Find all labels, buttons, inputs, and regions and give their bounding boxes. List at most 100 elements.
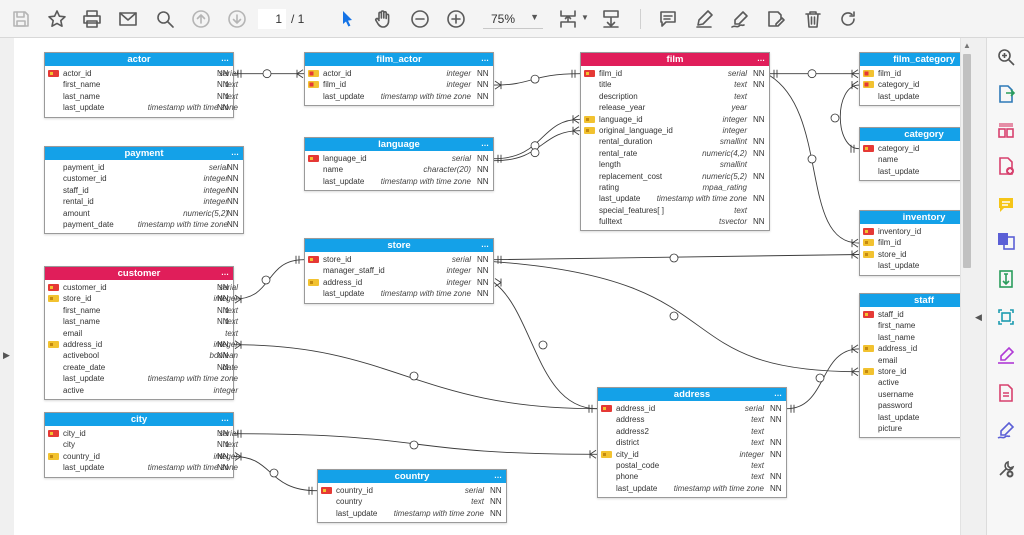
field-row[interactable]: category_id: [860, 143, 960, 154]
zoom-out-icon[interactable]: [407, 6, 433, 32]
zoom-in-icon[interactable]: [443, 6, 469, 32]
field-row[interactable]: last_update timestamp with time zone NN: [45, 462, 238, 473]
field-row[interactable]: rental_id integer NN: [45, 196, 243, 207]
field-row[interactable]: email text: [45, 328, 238, 339]
rotate-icon[interactable]: [835, 6, 861, 32]
create-pdf-icon[interactable]: [995, 155, 1017, 177]
field-row[interactable]: last_updatetime: [860, 166, 960, 177]
field-row[interactable]: language_id serial NN: [305, 153, 493, 164]
field-row[interactable]: staff_id integer NN: [45, 185, 243, 196]
table-actor[interactable]: actor… actor_id serial NN first_name text NN la…: [44, 52, 238, 118]
field-row[interactable]: store_id serial NN: [305, 254, 493, 265]
table-city[interactable]: city… city_id serial NN city text NN country_id…: [44, 412, 238, 478]
field-row[interactable]: special_features[ ] text: [581, 205, 769, 216]
field-row[interactable]: address text NN: [598, 414, 786, 425]
field-row[interactable]: last_updatetime: [860, 91, 960, 102]
table-title[interactable]: payment…: [45, 147, 243, 160]
field-row[interactable]: country text NN: [318, 496, 506, 507]
email-icon[interactable]: [115, 6, 141, 32]
field-row[interactable]: last_update timestamp with time zone: [45, 373, 238, 384]
field-row[interactable]: city_id serial NN: [45, 428, 238, 439]
edit-text-icon[interactable]: [763, 6, 789, 32]
field-row[interactable]: customer_id serial NN: [45, 282, 238, 293]
field-row[interactable]: active: [860, 377, 960, 388]
chevron-down-icon[interactable]: ▼: [581, 13, 589, 22]
table-menu-icon[interactable]: …: [774, 387, 782, 400]
field-row[interactable]: first_name text NN: [45, 305, 238, 316]
table-menu-icon[interactable]: …: [494, 469, 502, 482]
field-row[interactable]: rating mpaa_rating: [581, 182, 769, 193]
field-row[interactable]: last_update timestamp with time zone NN: [598, 483, 786, 494]
table-title[interactable]: actor…: [45, 53, 233, 66]
field-row[interactable]: username: [860, 389, 960, 400]
table-address[interactable]: address… address_id serial NN address text NN a…: [597, 387, 787, 499]
table-menu-icon[interactable]: …: [231, 146, 239, 159]
table-title[interactable]: inventory…: [860, 211, 960, 224]
chevron-up-icon[interactable]: ▲: [963, 41, 971, 50]
field-row[interactable]: replacement_cost numeric(5,2) NN: [581, 171, 769, 182]
save-icon[interactable]: [8, 6, 34, 32]
field-row[interactable]: last_update timestamp with time zone NN: [305, 176, 493, 187]
field-row[interactable]: first_name: [860, 320, 960, 331]
field-row[interactable]: address_id integer NN: [45, 339, 238, 350]
table-title[interactable]: city…: [45, 413, 233, 426]
field-row[interactable]: last_update timestamp with time zone NN: [45, 102, 238, 113]
table-title[interactable]: store…: [305, 239, 493, 252]
sign-icon[interactable]: [727, 6, 753, 32]
table-title[interactable]: staff…: [860, 294, 960, 307]
field-row[interactable]: film_id: [860, 237, 960, 248]
field-row[interactable]: city text NN: [45, 439, 238, 450]
more-tools-icon[interactable]: [995, 458, 1017, 480]
field-row[interactable]: last_name text NN: [45, 91, 238, 102]
highlight-icon[interactable]: [691, 6, 717, 32]
vertical-scrollbar[interactable]: ▲: [960, 38, 972, 535]
table-title[interactable]: customer…: [45, 267, 233, 280]
field-row[interactable]: store_id integer NN: [45, 293, 238, 304]
field-row[interactable]: language_id integer NN: [581, 114, 769, 125]
field-row[interactable]: first_name text NN: [45, 79, 238, 90]
field-row[interactable]: last_name text NN: [45, 316, 238, 327]
search-icon[interactable]: [152, 6, 178, 32]
field-row[interactable]: last_update timestamp with time zone NN: [318, 508, 506, 519]
field-row[interactable]: film_id integer NN: [305, 79, 493, 90]
table-store[interactable]: store… store_id serial NN manager_staff_id in…: [304, 238, 494, 304]
zoom-dropdown[interactable]: 75% ▼: [483, 9, 543, 29]
field-row[interactable]: last_update timestamp with time zone NN: [305, 288, 493, 299]
previous-page-icon[interactable]: [188, 6, 214, 32]
table-film[interactable]: film… film_id serial NN title text NN descripti…: [580, 52, 770, 232]
table-customer[interactable]: customer … customer_id serial NN store_id inte…: [44, 266, 238, 400]
zoom-icon[interactable]: [995, 46, 1017, 68]
field-row[interactable]: description text: [581, 91, 769, 102]
fill-sign-icon[interactable]: [995, 344, 1017, 366]
field-row[interactable]: address_id: [860, 343, 960, 354]
field-row[interactable]: address_id serial NN: [598, 403, 786, 414]
table-menu-icon[interactable]: …: [757, 52, 765, 65]
field-row[interactable]: active integer: [45, 385, 238, 396]
field-row[interactable]: country_id serial NN: [318, 485, 506, 496]
field-row[interactable]: last_updatetime: [860, 260, 960, 271]
request-signature-icon[interactable]: [995, 419, 1017, 441]
field-row[interactable]: activebool boolean NN: [45, 350, 238, 361]
field-row[interactable]: name character(20) NN: [305, 164, 493, 175]
left-panel-toggle[interactable]: ▶: [0, 38, 14, 535]
scroll-mode-icon[interactable]: [598, 6, 624, 32]
field-row[interactable]: manager_staff_id integer NN: [305, 265, 493, 276]
table-staff[interactable]: staff… staff_id first_namelast_nameaddress…: [859, 293, 960, 439]
field-row[interactable]: actor_id integer NN: [305, 68, 493, 79]
field-row[interactable]: film_id serial NN: [581, 68, 769, 79]
table-inventory[interactable]: inventory… inventory_id film_idstore_idlas…: [859, 210, 960, 276]
table-menu-icon[interactable]: …: [481, 137, 489, 150]
field-row[interactable]: postal_code text: [598, 460, 786, 471]
hand-tool-icon[interactable]: [370, 6, 396, 32]
field-row[interactable]: rental_duration smallint NN: [581, 136, 769, 147]
field-row[interactable]: amount numeric(5,2) NN: [45, 208, 243, 219]
organize-pages-icon[interactable]: [995, 119, 1017, 141]
field-row[interactable]: staff_id: [860, 309, 960, 320]
delete-icon[interactable]: [800, 6, 826, 32]
field-row[interactable]: address_id integer NN: [305, 277, 493, 288]
edit-pdf-icon[interactable]: [995, 382, 1017, 404]
table-title[interactable]: film…: [581, 53, 769, 66]
table-title[interactable]: language…: [305, 138, 493, 151]
table-menu-icon[interactable]: …: [481, 52, 489, 65]
field-row[interactable]: customer_id integer NN: [45, 173, 243, 184]
